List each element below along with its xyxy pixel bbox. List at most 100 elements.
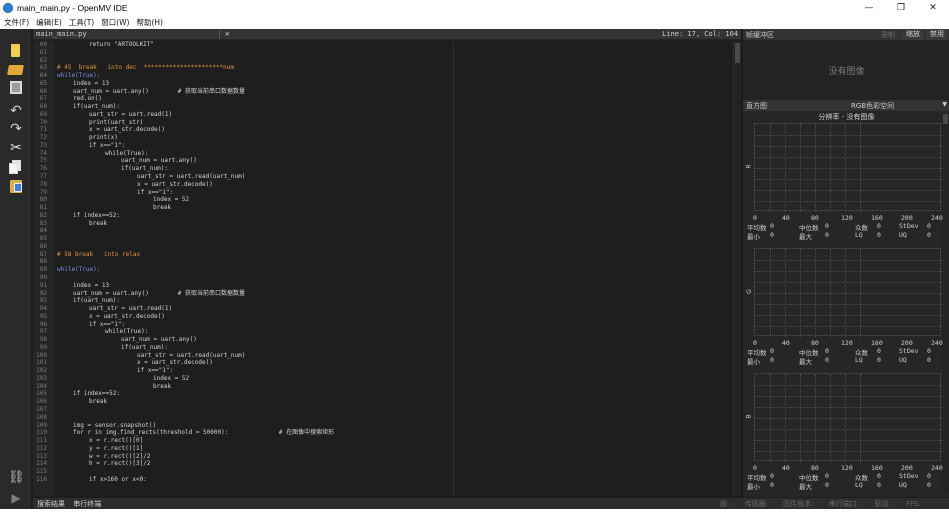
code-line[interactable]: 90 bbox=[33, 274, 741, 282]
line-number: 115 bbox=[36, 468, 47, 476]
code-line[interactable]: 64 while(True): bbox=[33, 72, 741, 80]
run-icon[interactable]: ▶ bbox=[8, 491, 24, 505]
code-line[interactable]: 100 uart_str = uart.read(uart_num) bbox=[33, 352, 741, 360]
code-line[interactable]: 62 bbox=[33, 57, 741, 65]
code-line[interactable]: 113 w = r.rect()[2]/2 bbox=[33, 453, 741, 461]
code-line[interactable]: 89 while(True): bbox=[33, 266, 741, 274]
line-number: 80 bbox=[39, 196, 47, 204]
code-line[interactable]: 101 x = uart_str.decode() bbox=[33, 359, 741, 367]
code-line[interactable]: 61 bbox=[33, 49, 741, 57]
code-line[interactable]: 83 break bbox=[33, 220, 741, 228]
grid-line bbox=[755, 440, 942, 441]
firmware-label[interactable]: 固件版本: bbox=[783, 500, 813, 508]
code-line[interactable]: 102 if x=="1": bbox=[33, 367, 741, 375]
code-line[interactable]: 103 index = 52 bbox=[33, 375, 741, 383]
code-line[interactable]: 98 uart_num = uart.any() bbox=[33, 336, 741, 344]
code-line[interactable]: 87 # 58 break into relax bbox=[33, 251, 741, 259]
code-line[interactable]: 99 if(uart_num): bbox=[33, 344, 741, 352]
code-line[interactable]: 76 if(uart_num): bbox=[33, 165, 741, 173]
disable-button[interactable]: 禁用 bbox=[927, 29, 947, 40]
line-number: 107 bbox=[36, 405, 47, 413]
copy-icon[interactable] bbox=[8, 160, 24, 174]
code-line[interactable]: 110 for r in img.find_rects(threshold = 5… bbox=[33, 429, 741, 437]
editor-scroll-thumb[interactable] bbox=[735, 43, 740, 63]
code-line[interactable]: 78 x = uart_str.decode() bbox=[33, 181, 741, 189]
code-line[interactable]: 96 if x=="1": bbox=[33, 321, 741, 329]
code-line[interactable]: 116 if x>160 or x<0: bbox=[33, 476, 741, 484]
record-button[interactable]: 录制 bbox=[881, 30, 895, 40]
histogram-scroll-thumb[interactable] bbox=[943, 114, 948, 124]
code-line[interactable]: 86 bbox=[33, 243, 741, 251]
code-line[interactable]: 111 x = r.rect()[0] bbox=[33, 437, 741, 445]
framebuffer-no-image: 没有图像 bbox=[828, 67, 865, 77]
code-line[interactable]: 71 x = uart_str.decode() bbox=[33, 126, 741, 134]
grid-line bbox=[785, 124, 786, 212]
menu-edit[interactable]: 编辑(E) bbox=[36, 17, 62, 28]
code-line[interactable]: 104 break bbox=[33, 383, 741, 391]
code-editor[interactable]: 60 return "ARTOOLKIT" 61 62 63 # 45 break int… bbox=[33, 41, 741, 496]
open-folder-icon[interactable] bbox=[7, 62, 24, 76]
stat-uq-label: UQ bbox=[899, 481, 907, 489]
code-line[interactable]: 94 uart_str = uart.read(1) bbox=[33, 305, 741, 313]
code-line[interactable]: 82 if index==52: bbox=[33, 212, 741, 220]
close-tab-icon[interactable]: ✕ bbox=[225, 29, 230, 38]
menu-window[interactable]: 窗口(W) bbox=[101, 17, 129, 28]
grid-line bbox=[755, 168, 942, 169]
serial-terminal-tab[interactable]: 串行终端 bbox=[73, 500, 101, 508]
histogram-scrollbar[interactable] bbox=[942, 113, 949, 493]
code-line[interactable]: 81 break bbox=[33, 204, 741, 212]
minimize-button[interactable]: — bbox=[853, 0, 885, 16]
grid-line bbox=[845, 124, 846, 212]
code-line[interactable]: 79 if x=="1": bbox=[33, 189, 741, 197]
code-line[interactable]: 85 bbox=[33, 235, 741, 243]
code-line[interactable]: 73 if x=="1": bbox=[33, 142, 741, 150]
menu-help[interactable]: 帮助(H) bbox=[136, 17, 163, 28]
histogram-x-axis: 0 40 80 120 160 200 240 bbox=[753, 464, 943, 472]
code-line[interactable]: 108 bbox=[33, 414, 741, 422]
histogram-title: 直方图 bbox=[746, 102, 767, 110]
menu-file[interactable]: 文件(F) bbox=[4, 17, 29, 28]
code-line[interactable]: 105 if index==52: bbox=[33, 390, 741, 398]
new-file-icon[interactable] bbox=[8, 44, 24, 58]
save-icon[interactable] bbox=[8, 81, 24, 95]
code-line[interactable]: 66 uart_num = uart.any() # 获取当前串口数据数量 bbox=[33, 88, 741, 96]
editor-filename[interactable]: main_main.py bbox=[36, 30, 87, 38]
connect-icon[interactable]: ⛓ bbox=[8, 471, 25, 485]
code-line[interactable]: 69 uart_str = uart.read(1) bbox=[33, 111, 741, 119]
code-line[interactable]: 88 bbox=[33, 258, 741, 266]
code-line[interactable]: 106 break bbox=[33, 398, 741, 406]
code-line[interactable]: 60 return "ARTOOLKIT" bbox=[33, 41, 741, 49]
code-line[interactable]: 84 bbox=[33, 227, 741, 235]
code-line[interactable]: 67 red.on() bbox=[33, 95, 741, 103]
code-line[interactable]: 80 index = 52 bbox=[33, 196, 741, 204]
code-line[interactable]: 115 bbox=[33, 468, 741, 476]
code-line[interactable]: 95 x = uart_str.decode() bbox=[33, 313, 741, 321]
code-line[interactable]: 70 print(uart_str) bbox=[33, 119, 741, 127]
redo-icon[interactable]: ↷ bbox=[8, 122, 24, 136]
code-line[interactable]: 114 h = r.rect()[3]/2 bbox=[33, 460, 741, 468]
code-line[interactable]: 112 y = r.rect()[1] bbox=[33, 445, 741, 453]
code-line[interactable]: 74 while(True): bbox=[33, 150, 741, 158]
close-button[interactable]: ✕ bbox=[917, 0, 949, 16]
maximize-button[interactable]: ❐ bbox=[885, 0, 917, 16]
zoom-button[interactable]: 缩放 bbox=[903, 29, 923, 40]
code-line[interactable]: 72 print(x) bbox=[33, 134, 741, 142]
code-line[interactable]: 97 while(True): bbox=[33, 328, 741, 336]
search-results-tab[interactable]: 搜索结果 bbox=[37, 500, 65, 508]
code-line[interactable]: 65 index = 13 bbox=[33, 80, 741, 88]
chevron-down-icon[interactable]: ▼ bbox=[942, 101, 947, 108]
code-line[interactable]: 107 bbox=[33, 406, 741, 414]
code-line[interactable]: 91 index = 13 bbox=[33, 282, 741, 290]
color-space-select[interactable]: RGB色彩空间 bbox=[851, 101, 894, 111]
code-line[interactable]: 68 if(uart_num): bbox=[33, 103, 741, 111]
code-line[interactable]: 77 uart_str = uart.read(uart_num) bbox=[33, 173, 741, 181]
paste-icon[interactable] bbox=[8, 179, 24, 193]
editor-scrollbar[interactable] bbox=[733, 41, 741, 496]
code-line[interactable]: 92 uart_num = uart.any() # 获取当前串口数据数量 bbox=[33, 290, 741, 298]
undo-icon[interactable]: ↶ bbox=[8, 104, 24, 118]
code-line[interactable]: 63 # 45 break into dec ******************… bbox=[33, 64, 741, 72]
menu-tools[interactable]: 工具(T) bbox=[69, 17, 94, 28]
code-line[interactable]: 75 uart_num = uart.any() bbox=[33, 157, 741, 165]
cut-icon[interactable]: ✂ bbox=[8, 141, 24, 155]
code-line[interactable]: 93 if(uart_num): bbox=[33, 297, 741, 305]
